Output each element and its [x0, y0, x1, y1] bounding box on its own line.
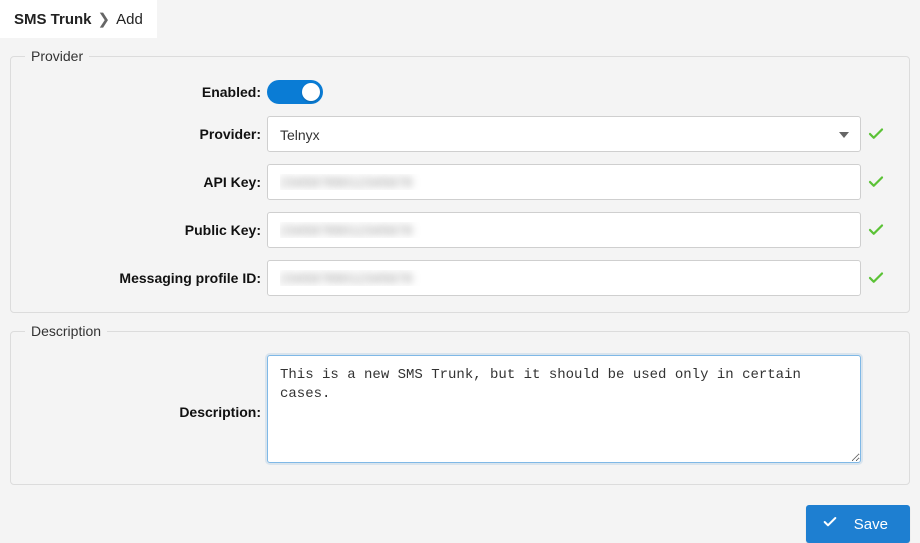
provider-group: Provider Enabled: Provider: Telnyx: [10, 48, 910, 313]
label-api-key: API Key:: [29, 174, 267, 190]
footer: Save: [0, 495, 920, 543]
messaging-profile-id-input[interactable]: [267, 260, 861, 296]
row-enabled: Enabled:: [29, 80, 891, 104]
api-key-input[interactable]: [267, 164, 861, 200]
public-key-input[interactable]: [267, 212, 861, 248]
chevron-right-icon: ❯: [98, 10, 111, 28]
check-icon: [861, 173, 891, 191]
check-icon: [861, 221, 891, 239]
description-group: Description Description:: [10, 323, 910, 485]
row-provider: Provider: Telnyx: [29, 116, 891, 152]
check-icon: [822, 514, 838, 534]
check-icon: [861, 269, 891, 287]
description-legend: Description: [25, 323, 107, 339]
label-description: Description:: [29, 404, 267, 420]
provider-select[interactable]: Telnyx: [267, 116, 861, 152]
row-messaging-profile-id: Messaging profile ID:: [29, 260, 891, 296]
check-icon: [861, 125, 891, 143]
enabled-toggle[interactable]: [267, 80, 323, 104]
breadcrumb-root[interactable]: SMS Trunk: [14, 11, 92, 28]
provider-legend: Provider: [25, 48, 89, 64]
save-button-label: Save: [854, 516, 888, 533]
label-provider: Provider:: [29, 126, 267, 142]
label-enabled: Enabled:: [29, 84, 267, 100]
save-button[interactable]: Save: [806, 505, 910, 543]
breadcrumb: SMS Trunk ❯ Add: [0, 0, 157, 38]
description-textarea[interactable]: [267, 355, 861, 463]
row-description: Description:: [29, 355, 891, 468]
label-public-key: Public Key:: [29, 222, 267, 238]
label-messaging-profile-id: Messaging profile ID:: [29, 270, 267, 286]
row-api-key: API Key:: [29, 164, 891, 200]
breadcrumb-current: Add: [116, 11, 143, 28]
row-public-key: Public Key:: [29, 212, 891, 248]
